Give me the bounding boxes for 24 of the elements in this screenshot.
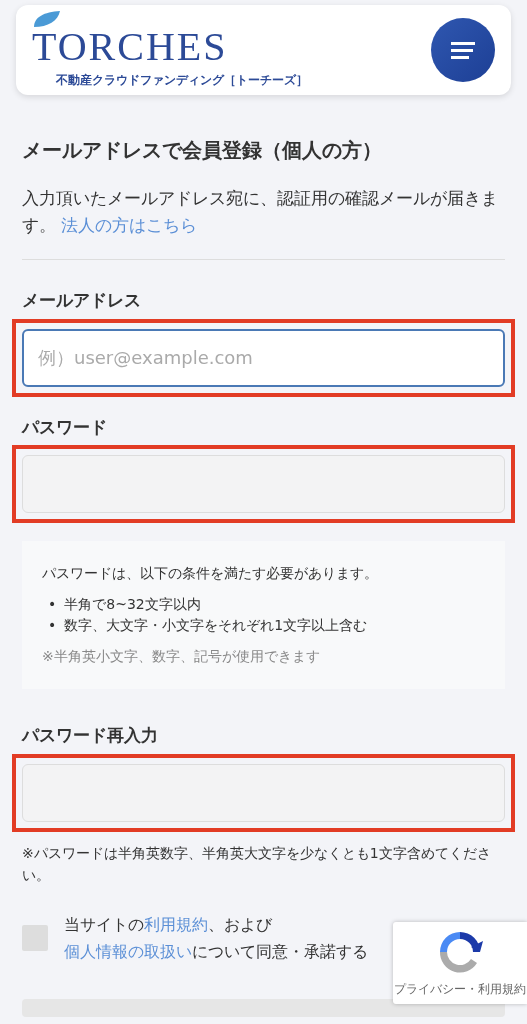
corporate-link[interactable]: 法人の方はこちら [61,215,198,236]
menu-icon [451,41,475,59]
intro-text: 入力頂いたメールアドレス宛に、認証用の確認メールが届きます。 法人の方はこちら [22,187,499,238]
logo-tagline: 不動産クラウドファンディング［トーチーズ］ [56,72,308,89]
checkbox[interactable] [22,924,48,951]
field-label: パスワード再入力 [22,724,159,748]
terms-link[interactable]: 利用規約 [144,914,208,934]
bullet: • [48,616,57,636]
bullet: • [48,595,57,615]
recaptcha-badge[interactable]: プライバシー・利用規約 [393,922,527,1004]
recaptcha-links[interactable]: プライバシー・利用規約 [394,981,526,999]
highlight-frame: 例）user@example.com [12,318,515,397]
help-text: パスワードは、以下の条件を満たす必要があります。 [42,564,379,584]
rule-item: 半角で8~32文字以内 [64,595,201,615]
page-title: メールアドレスで会員登録（個人の方） [22,137,383,164]
leaf-icon [32,11,60,27]
rule-item: 数字、大文字・小文字をそれぞれ1文字以上含む [64,616,368,636]
field-label: メールアドレス [22,289,142,313]
terms-link[interactable]: 個人情報の取扱い [64,941,192,961]
field-label: パスワード [22,415,108,439]
logo: TORCHES [32,27,229,67]
field-note: ※パスワードは半角英数字、半角英大文字を少なくとも1文字含めてください。 [22,843,492,886]
help-note: ※半角英小文字、数字、記号が使用できます [42,647,321,667]
agreement-text: 当サイトの利用規約、および 個人情報の取扱いについて同意・承諾する [64,913,369,963]
